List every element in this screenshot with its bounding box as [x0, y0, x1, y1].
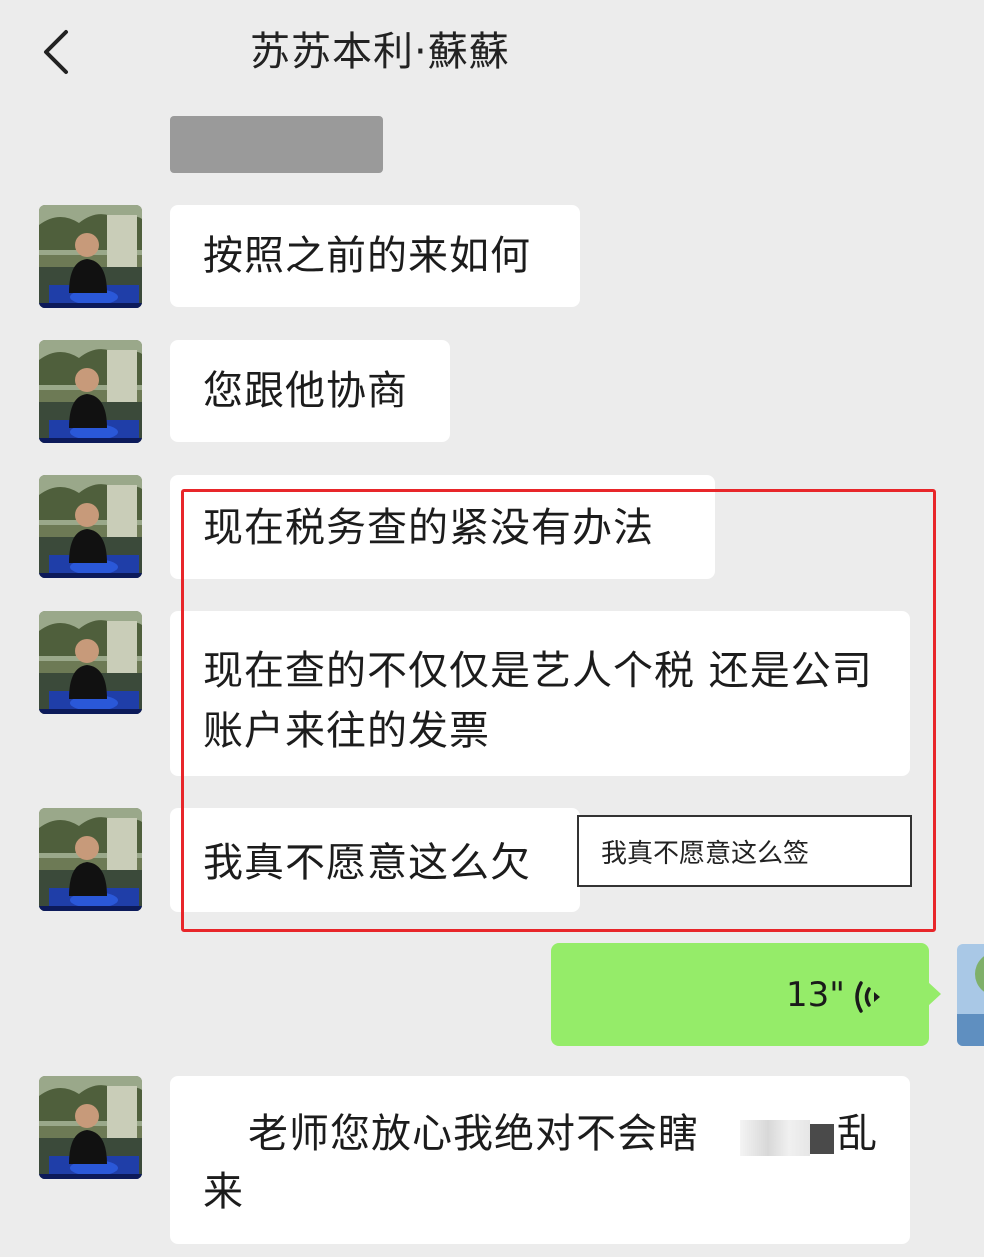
contact-avatar[interactable] [39, 808, 142, 911]
contact-avatar[interactable] [39, 611, 142, 714]
redacted-message [170, 116, 383, 173]
highlight-frame [181, 489, 936, 932]
voice-wave-icon [855, 981, 880, 1013]
contact-avatar[interactable] [39, 1076, 142, 1179]
self-avatar[interactable] [957, 944, 984, 1046]
back-button[interactable] [30, 22, 80, 82]
message-text: 您跟他协商 [203, 368, 408, 414]
chat-title: 苏苏本利·蘇蘇 [250, 29, 510, 75]
voice-message[interactable]: 13" [551, 943, 929, 1046]
message-bubble[interactable]: 老师您放心我绝对不会瞎 乱 来 [170, 1076, 910, 1244]
chat-header: 苏苏本利·蘇蘇 [0, 0, 984, 100]
message-bubble[interactable]: 您跟他协商 [170, 340, 450, 442]
contact-avatar[interactable] [39, 475, 142, 578]
redacted-text [740, 1120, 810, 1156]
chevron-left-icon [44, 30, 68, 74]
redacted-text [810, 1124, 834, 1154]
voice-duration: 13" [786, 975, 845, 1015]
contact-avatar[interactable] [39, 340, 142, 443]
message-text: 乱 [837, 1111, 878, 1157]
contact-avatar[interactable] [39, 205, 142, 308]
message-text: 老师您放心我绝对不会瞎 [248, 1111, 699, 1157]
message-text: 来 [203, 1169, 244, 1215]
message-bubble[interactable]: 按照之前的来如何 [170, 205, 580, 307]
message-text: 按照之前的来如何 [203, 233, 531, 279]
voice-bubble-tail [928, 982, 941, 1006]
